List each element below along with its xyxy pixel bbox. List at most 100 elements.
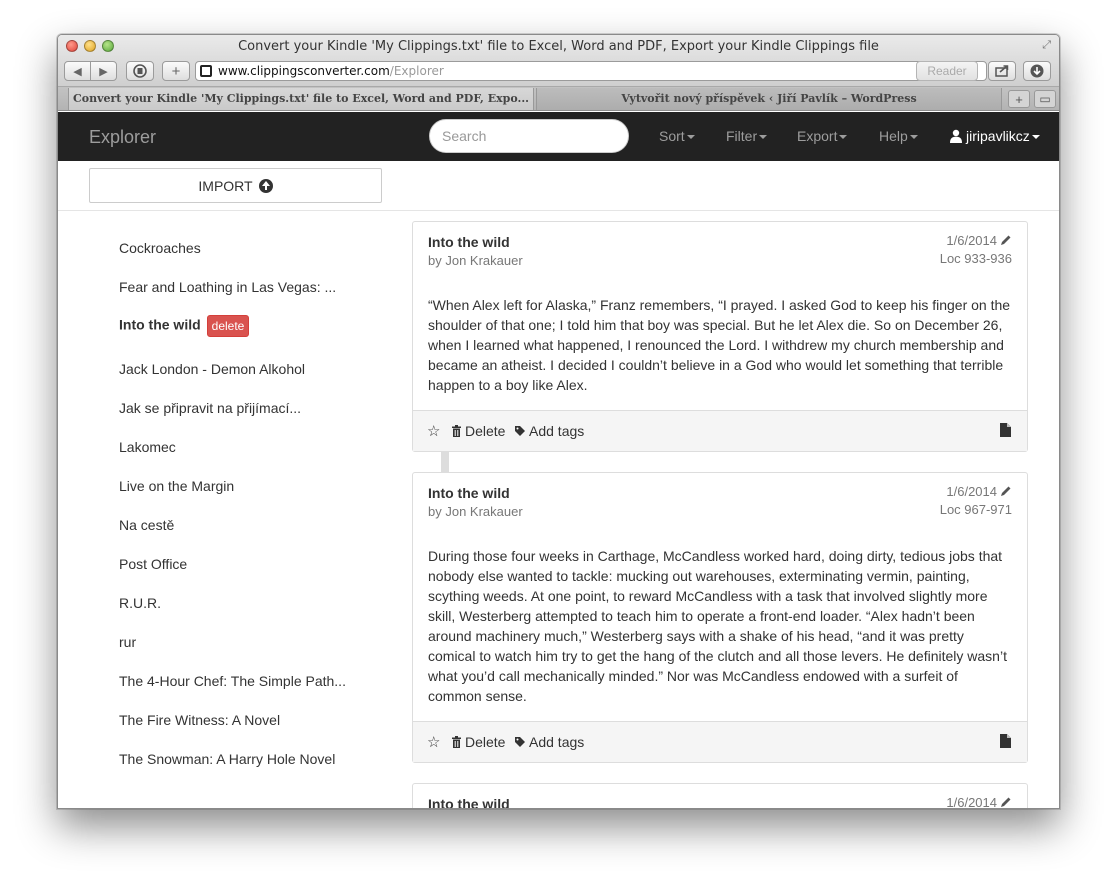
trash-icon [452,425,461,437]
tag-icon [515,426,525,436]
browser-window: Convert your Kindle 'My Clippings.txt' f… [57,34,1060,809]
help-menu[interactable]: Help [879,128,918,144]
book-list-item[interactable]: Jak se připravit na přijímací... [119,400,301,416]
minimize-window-button[interactable] [84,40,96,52]
clipping-date: 1/6/2014 [946,795,1012,808]
book-list-item[interactable]: Jack London - Demon Alkohol [119,361,305,377]
user-menu[interactable]: jiripavlikcz [949,128,1040,144]
caret-down-icon [1031,135,1040,140]
site-favicon-icon [200,65,212,77]
tab-clippings-converter[interactable]: Convert your Kindle 'My Clippings.txt' f… [68,88,534,110]
delete-book-button[interactable]: delete [206,315,250,337]
delete-clipping-button[interactable]: Delete [451,734,505,750]
caret-down-icon [839,135,848,140]
username-label: jiripavlikcz [966,128,1030,144]
clipping-author: by Jon Krakauer [428,504,523,519]
filter-menu[interactable]: Filter [726,128,768,144]
top-sites-icon [133,64,147,78]
book-list-item[interactable]: The Snowman: A Harry Hole Novel [119,751,335,767]
clipping-text: During those four weeks in Carthage, McC… [428,548,1007,704]
caret-down-icon [759,135,768,140]
clipping-text: “When Alex left for Alaska,” Franz remem… [428,297,1011,393]
clipping-location: Loc 967-971 [939,502,1012,517]
forward-arrow-icon: ▶ [99,65,108,78]
clipping-card: Into the wild 1/6/2014 [412,783,1028,809]
tab-overview-icon[interactable]: ▭ [1034,90,1056,108]
book-list-item[interactable]: rur [119,634,136,650]
import-button[interactable]: IMPORT [89,168,382,203]
address-bar[interactable]: www.clippingsconverter.com/Explorer ↻ [195,61,987,81]
book-list-item[interactable]: The Fire Witness: A Novel [119,712,280,728]
url-path: /Explorer [389,64,444,78]
book-list-item[interactable]: Live on the Margin [119,478,234,494]
sort-menu[interactable]: Sort [659,128,695,144]
clipping-author: by Jon Krakauer [428,253,523,268]
filter-label: Filter [726,128,758,144]
file-icon[interactable] [1000,423,1011,437]
clipping-footer: ☆ Delete Add tags [413,410,1027,451]
fullscreen-icon[interactable]: ⤢ [1042,39,1051,52]
delete-clipping-button[interactable]: Delete [451,423,505,439]
app-navbar: Explorer Sort Filter Export Help jiripav… [58,112,1059,161]
brand-title[interactable]: Explorer [89,127,156,148]
tag-icon [515,737,525,747]
sort-label: Sort [659,128,685,144]
book-title: Into the wild [119,316,201,333]
star-icon[interactable]: ☆ [427,733,440,751]
upload-icon [258,178,273,193]
export-label: Export [797,128,838,144]
book-list-item[interactable]: Na cestě [119,517,174,533]
zoom-window-button[interactable] [102,40,114,52]
book-list-item[interactable]: The 4-Hour Chef: The Simple Path... [119,673,346,689]
clipping-title: Into the wild [428,485,510,501]
pencil-icon[interactable] [1000,796,1012,808]
book-list-item[interactable]: Cockroaches [119,240,201,256]
clipping-card: Into the wild by Jon Krakauer 1/6/2014 L… [412,472,1028,763]
window-title: Convert your Kindle 'My Clippings.txt' f… [238,39,879,54]
clipping-title: Into the wild [428,234,510,250]
clipping-location: Loc 933-936 [939,251,1012,266]
book-list-item[interactable]: Fear and Loathing in Las Vegas: ... [119,279,336,295]
back-button[interactable]: ◀ [64,61,91,81]
clipping-date: 1/6/2014 [946,484,1012,499]
new-tab-button[interactable]: + [162,61,190,81]
book-list-item[interactable]: Lakomec [119,439,176,455]
clipping-card: Into the wild by Jon Krakauer 1/6/2014 L… [412,221,1028,452]
add-tags-button[interactable]: Add tags [514,423,584,439]
plus-icon: + [171,62,181,80]
timeline-connector [441,452,449,472]
file-icon[interactable] [1000,734,1011,748]
window-titlebar: Convert your Kindle 'My Clippings.txt' f… [58,35,1059,87]
pencil-icon[interactable] [1000,234,1012,246]
user-icon [950,129,962,143]
clipping-date: 1/6/2014 [946,233,1012,248]
add-tab-icon[interactable]: + [1008,90,1030,108]
book-list-item[interactable]: Post Office [119,556,187,572]
back-arrow-icon: ◀ [73,65,82,78]
explorer-content: Cockroaches Fear and Loathing in Las Veg… [58,211,1059,809]
reader-button[interactable]: Reader [916,61,978,81]
search-input[interactable] [429,119,629,153]
clipping-footer: ☆ Delete Add tags [413,721,1027,762]
book-list-item-active[interactable]: Into the wild delete [119,315,250,337]
close-window-button[interactable] [66,40,78,52]
book-list-item[interactable]: R.U.R. [119,595,161,611]
clipping-title: Into the wild [428,796,510,809]
url-host: www.clippingsconverter.com [218,64,390,78]
star-icon[interactable]: ☆ [427,422,440,440]
add-tags-button[interactable]: Add tags [514,734,584,750]
forward-button[interactable]: ▶ [90,61,117,81]
tab-wordpress[interactable]: Vytvořit nový příspěvek ‹ Jiří Pavlík – … [536,88,1002,110]
trash-icon [452,736,461,748]
help-label: Help [879,128,908,144]
import-label: IMPORT [198,177,253,194]
caret-down-icon [909,135,918,140]
tab-bar: Convert your Kindle 'My Clippings.txt' f… [58,87,1059,111]
import-bar: IMPORT [58,161,1059,211]
export-menu[interactable]: Export [797,128,848,144]
share-button[interactable] [988,61,1016,81]
pencil-icon[interactable] [1000,485,1012,497]
caret-down-icon [686,135,695,140]
top-sites-button[interactable] [126,61,154,81]
downloads-button[interactable] [1023,61,1051,81]
